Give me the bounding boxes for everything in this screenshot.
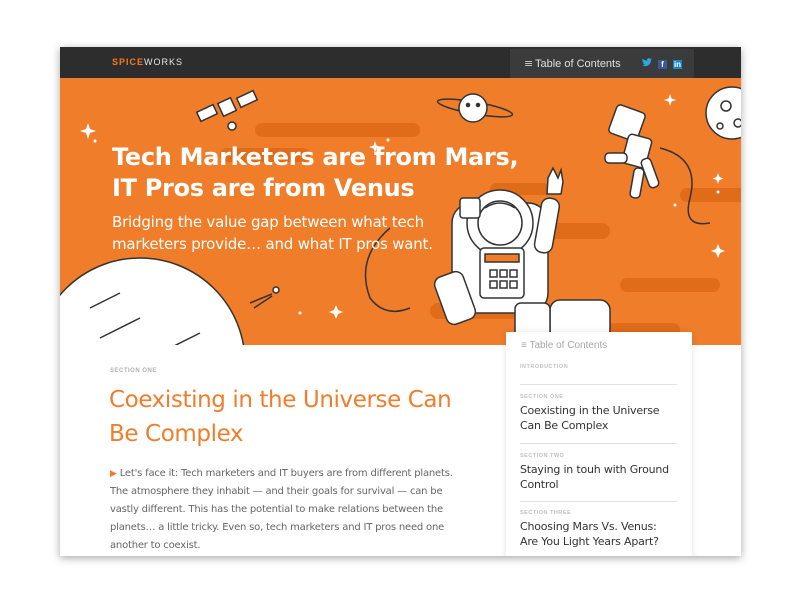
section-body: ▶ Let's face it: Tech marketers and IT b…: [110, 465, 460, 555]
hero-title-line-1: Tech Marketers are from Mars,: [112, 143, 519, 171]
hero-title: Tech Marketers are from Mars, IT Pros ar…: [112, 142, 532, 204]
table-of-contents-button[interactable]: ≡ Table of Contents f in: [510, 49, 694, 78]
top-nav-bar: SPICEWORKS ≡ Table of Contents f in: [60, 47, 741, 78]
section-body-text: Let's face it: Tech marketers and IT buy…: [110, 468, 453, 551]
toc-item-section-two[interactable]: SECTION TWO Staying in touh with Ground …: [520, 453, 677, 492]
divider: [520, 501, 677, 502]
hero-title-line-2: IT Pros are from Venus: [112, 174, 415, 202]
hero-subtitle: Bridging the value gap between what tech…: [112, 213, 433, 253]
spiceworks-logo[interactable]: SPICEWORKS: [112, 57, 183, 67]
toc-item-section-three[interactable]: SECTION THREE Choosing Mars Vs. Venus: A…: [520, 510, 677, 549]
section-title: Coexisting in the Universe Can Be Comple…: [109, 387, 452, 447]
toc-item-introduction[interactable]: INTRODUCTION: [520, 364, 677, 370]
linkedin-icon[interactable]: in: [673, 60, 682, 69]
toc-item-section-one[interactable]: SECTION ONE Coexisting in the Universe C…: [520, 394, 677, 433]
divider: [520, 384, 677, 385]
page-frame: SPICEWORKS ≡ Table of Contents f in Tech…: [60, 47, 741, 556]
play-arrow-icon: ▶: [110, 469, 117, 479]
toc-panel: ≡ Table of Contents INTRODUCTION SECTION…: [506, 332, 692, 556]
divider: [520, 443, 677, 444]
toc-button-label: Table of Contents: [535, 58, 621, 70]
hero-banner: Tech Marketers are from Mars, IT Pros ar…: [60, 78, 741, 345]
section-label: SECTION ONE: [110, 368, 157, 374]
facebook-icon[interactable]: f: [658, 60, 667, 69]
toc-panel-heading: ≡ Table of Contents: [521, 340, 608, 351]
twitter-icon[interactable]: [642, 58, 652, 67]
menu-icon: ≡: [524, 57, 534, 70]
